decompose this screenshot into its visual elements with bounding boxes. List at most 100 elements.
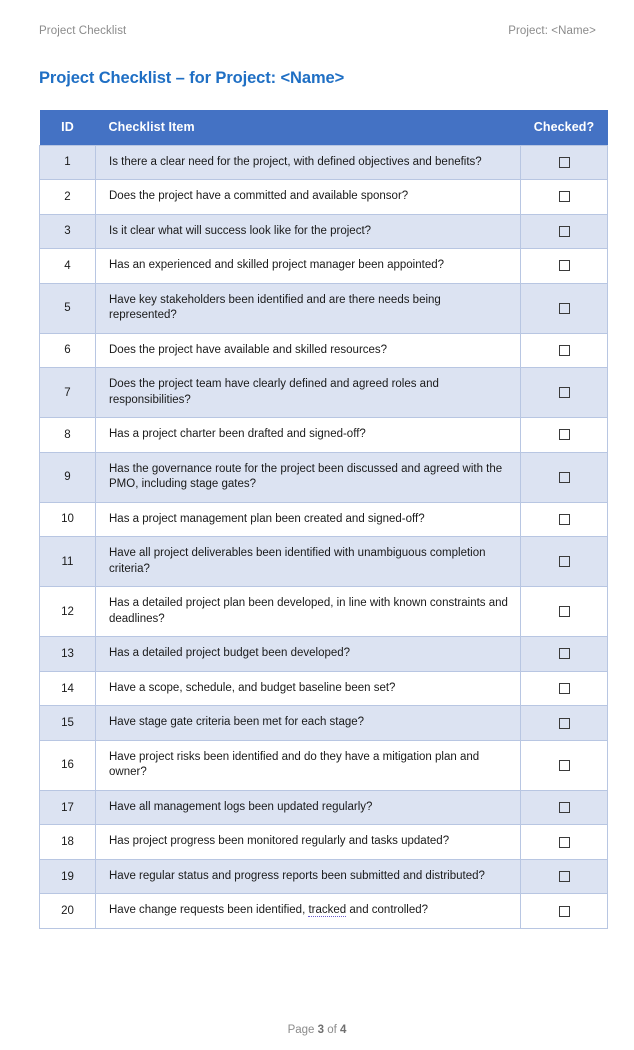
checkbox-icon[interactable] [558,683,570,694]
row-id: 11 [39,536,96,588]
row-id: 12 [39,586,96,638]
row-id: 4 [39,248,96,284]
row-checked-cell [520,282,608,334]
row-checked-cell [520,789,608,826]
row-checked-cell [520,824,608,860]
running-header: Project Checklist Project: <Name> [0,22,634,40]
checkbox-icon[interactable] [558,606,570,618]
checkbox-icon[interactable] [558,387,570,399]
row-id: 14 [39,670,96,707]
row-checked-cell [520,636,608,672]
row-checklist-item: Is it clear what will success look like … [95,213,521,250]
row-checklist-item: Have a scope, schedule, and budget basel… [95,670,521,707]
page-number-text: Page 3 of 4 [288,1024,347,1036]
table-row: 13 Has a detailed project budget been dev… [39,636,608,672]
page-footer: Page 3 of 4 [0,1010,634,1050]
row-id: 19 [39,858,96,895]
checkbox-icon[interactable] [558,802,570,814]
checkbox-icon[interactable] [558,556,570,568]
row-checklist-item: Have stage gate criteria been met for ea… [95,705,521,741]
table-row: 11 Have all project deliverables been ide… [39,536,608,588]
table-row: 8 Has a project charter been drafted and … [39,417,608,453]
table-row: 18 Has project progress been monitored re… [39,824,608,860]
checkbox-icon[interactable] [558,648,570,660]
spellcheck-flagged-word: tracked [308,904,347,918]
table-row: 17 Have all management logs been updated … [39,789,608,826]
checkbox-icon[interactable] [558,156,570,168]
row-id: 13 [39,636,96,672]
row-checklist-item: Does the project have a committed and av… [95,179,521,215]
page-title: Project Checklist – for Project: <Name> [39,69,345,87]
table-row: 9 Has the governance route for the projec… [39,451,608,503]
row-checklist-item: Have project risks been identified and d… [95,739,521,791]
row-checklist-item: Has a project management plan been creat… [95,501,521,538]
table-row: 15 Have stage gate criteria been met for … [39,705,608,741]
row-checked-cell [520,367,608,419]
footer-total-pages: 4 [340,1024,347,1036]
table-row: 3 Is it clear what will success look like… [39,213,608,250]
table-row: 19 Have regular status and progress repor… [39,858,608,895]
checkbox-icon[interactable] [558,513,570,525]
checkbox-icon[interactable] [558,717,570,729]
table-row: 1 Is there a clear need for the project, … [39,144,608,181]
row-checklist-item: Does the project have available and skil… [95,332,521,369]
table-row: 12 Has a detailed project plan been devel… [39,586,608,638]
row-checklist-item: Has project progress been monitored regu… [95,824,521,860]
row-id: 7 [39,367,96,419]
table-row: 2 Does the project have a committed and a… [39,179,608,215]
running-header-left: Project Checklist [39,25,127,37]
row-id: 2 [39,179,96,215]
row-checked-cell [520,451,608,503]
table-row: 7 Does the project team have clearly defi… [39,367,608,419]
row-checklist-item: Has an experienced and skilled project m… [95,248,521,284]
table-body: 1 Is there a clear need for the project, … [39,144,608,929]
row-checklist-item: Have all management logs been updated re… [95,789,521,826]
row-checklist-item: Has a detailed project budget been devel… [95,636,521,672]
row-checklist-item: Has the governance route for the project… [95,451,521,503]
checkbox-icon[interactable] [558,429,570,441]
row-checked-cell [520,705,608,741]
checkbox-icon[interactable] [558,344,570,356]
row-id: 8 [39,417,96,453]
table-header-row: ID Checklist Item Checked? [39,110,608,145]
row-checked-cell [520,858,608,895]
footer-middle: of [324,1024,341,1036]
table-row: 16 Have project risks been identified and… [39,739,608,791]
row-checked-cell [520,586,608,638]
row-checklist-item: Have key stakeholders been identified an… [95,282,521,334]
checkbox-icon[interactable] [558,471,570,483]
row-id: 1 [39,144,96,181]
row-checked-cell [520,332,608,369]
table-row: 14 Have a scope, schedule, and budget bas… [39,670,608,707]
checkbox-icon[interactable] [558,759,570,771]
row-checked-cell [520,417,608,453]
row-checklist-item: Have change requests been identified, tr… [95,893,521,929]
row-checklist-item: Have all project deliverables been ident… [95,536,521,588]
column-header-checked: Checked? [520,110,608,145]
checklist-table: ID Checklist Item Checked? 1 Is there a c… [39,110,608,929]
checkbox-icon[interactable] [558,836,570,848]
checkbox-icon[interactable] [558,302,570,314]
checkbox-icon[interactable] [558,191,570,203]
row-checklist-item: Is there a clear need for the project, w… [95,144,521,181]
row-checklist-item: Does the project team have clearly defin… [95,367,521,419]
checkbox-icon[interactable] [558,905,570,917]
row-checked-cell [520,144,608,181]
row-checklist-item: Has a project charter been drafted and s… [95,417,521,453]
row-id: 9 [39,451,96,503]
row-id: 6 [39,332,96,369]
checkbox-icon[interactable] [558,260,570,272]
checkbox-icon[interactable] [558,871,570,883]
row-checked-cell [520,536,608,588]
row-checked-cell [520,213,608,250]
table-row: 6 Does the project have available and ski… [39,332,608,369]
row-checked-cell [520,893,608,929]
row-id: 3 [39,213,96,250]
running-header-right: Project: <Name> [508,25,596,37]
table-row: 4 Has an experienced and skilled project … [39,248,608,284]
checkbox-icon[interactable] [558,225,570,237]
row-id: 17 [39,789,96,826]
row-id: 16 [39,739,96,791]
column-header-item: Checklist Item [95,110,521,145]
row-checklist-item: Has a detailed project plan been develop… [95,586,521,638]
